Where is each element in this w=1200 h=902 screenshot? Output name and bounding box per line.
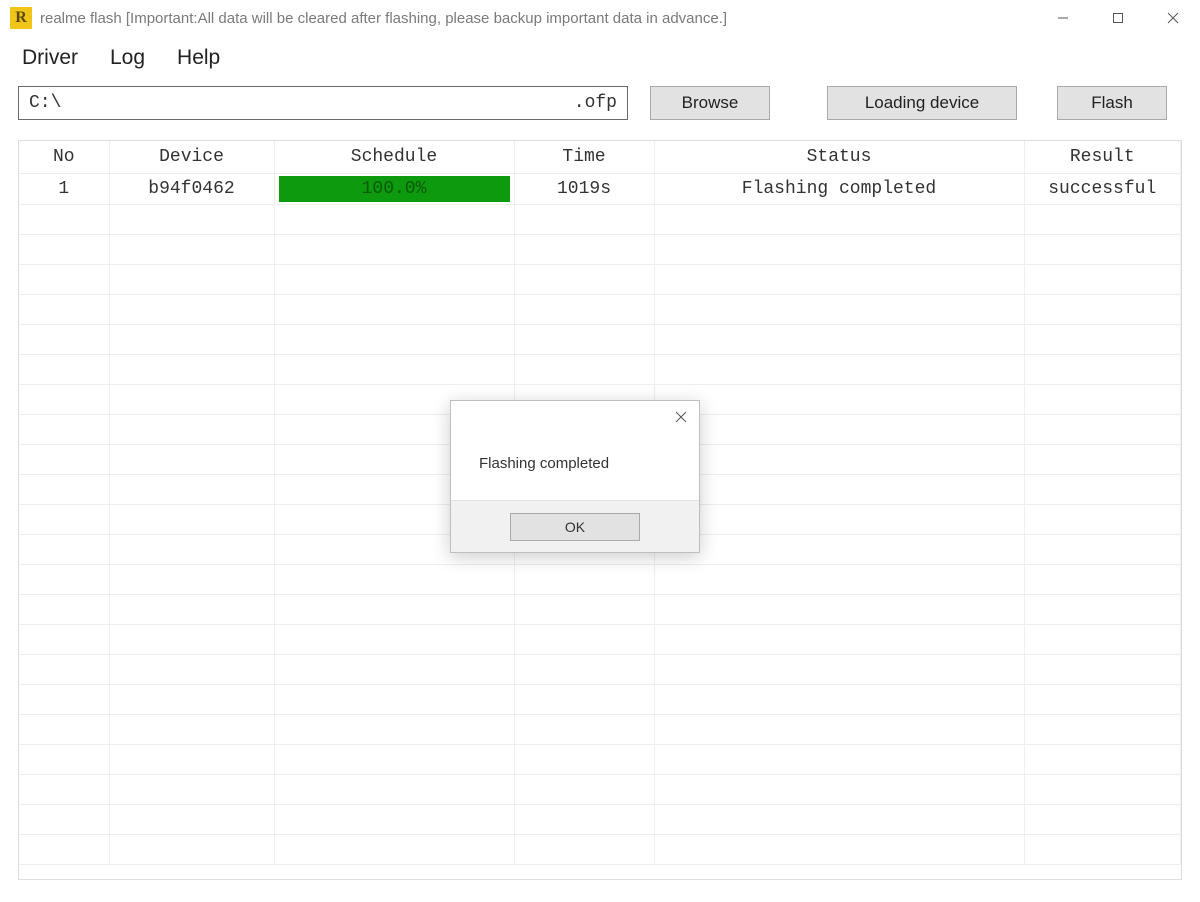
table-row — [19, 594, 1181, 624]
completion-dialog: Flashing completed OK — [450, 400, 700, 553]
cell-result: successful — [1024, 173, 1181, 204]
table-row — [19, 684, 1181, 714]
table-row — [19, 354, 1181, 384]
browse-button[interactable]: Browse — [650, 86, 770, 120]
cell-status: Flashing completed — [654, 173, 1024, 204]
col-header-result: Result — [1024, 141, 1181, 173]
firmware-path-input[interactable]: C:\ .ofp — [18, 86, 628, 120]
col-header-schedule: Schedule — [274, 141, 514, 173]
table-row — [19, 714, 1181, 744]
table-row — [19, 234, 1181, 264]
table-header-row: No Device Schedule Time Status Result — [19, 141, 1181, 173]
menu-item-log[interactable]: Log — [110, 46, 145, 70]
table-row — [19, 774, 1181, 804]
table-row — [19, 264, 1181, 294]
path-prefix: C:\ — [29, 93, 61, 113]
cell-time: 1019s — [514, 173, 654, 204]
table-row — [19, 834, 1181, 864]
table-row — [19, 564, 1181, 594]
window-title: realme flash [Important:All data will be… — [40, 10, 1035, 27]
col-header-time: Time — [514, 141, 654, 173]
menu-item-help[interactable]: Help — [177, 46, 220, 70]
window-controls — [1035, 0, 1200, 36]
progress-bar: 100.0% — [279, 176, 510, 202]
close-button[interactable] — [1145, 0, 1200, 36]
table-row — [19, 744, 1181, 774]
menubar: Driver Log Help — [0, 36, 1200, 86]
table-row — [19, 324, 1181, 354]
cell-schedule: 100.0% — [274, 173, 514, 204]
cell-no: 1 — [19, 173, 109, 204]
cell-device: b94f0462 — [109, 173, 274, 204]
dialog-message: Flashing completed — [451, 435, 699, 500]
table-row — [19, 804, 1181, 834]
col-header-device: Device — [109, 141, 274, 173]
menu-item-driver[interactable]: Driver — [22, 46, 78, 70]
table-row — [19, 294, 1181, 324]
dialog-ok-button[interactable]: OK — [510, 513, 640, 541]
table-row — [19, 204, 1181, 234]
flash-button[interactable]: Flash — [1057, 86, 1167, 120]
dialog-close-button[interactable] — [675, 410, 687, 426]
table-row[interactable]: 1 b94f0462 100.0% 1019s Flashing complet… — [19, 173, 1181, 204]
dialog-button-row: OK — [451, 500, 699, 552]
loading-device-button[interactable]: Loading device — [827, 86, 1017, 120]
app-icon: R — [10, 7, 32, 29]
path-extension: .ofp — [574, 93, 617, 113]
col-header-no: No — [19, 141, 109, 173]
toolbar: C:\ .ofp Browse Loading device Flash — [0, 86, 1200, 140]
minimize-button[interactable] — [1035, 0, 1090, 36]
window-titlebar: R realme flash [Important:All data will … — [0, 0, 1200, 36]
table-row — [19, 624, 1181, 654]
dialog-titlebar — [451, 401, 699, 435]
col-header-status: Status — [654, 141, 1024, 173]
maximize-button[interactable] — [1090, 0, 1145, 36]
table-row — [19, 654, 1181, 684]
